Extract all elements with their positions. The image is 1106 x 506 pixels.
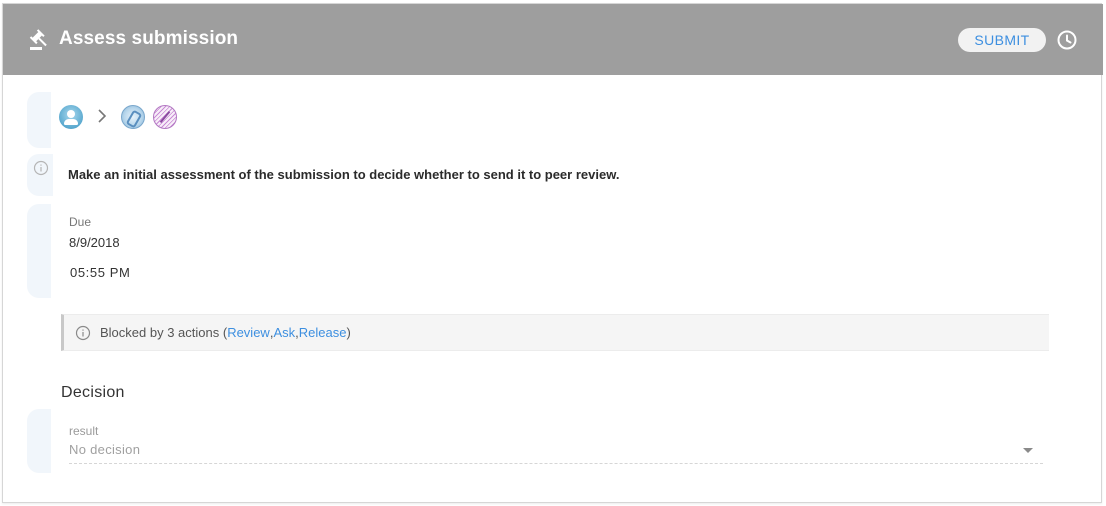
blocked-notice: Blocked by 3 actions (Review, Ask, Relea…: [61, 314, 1049, 351]
assess-submission-panel: Assess submission SUBMIT Make an initial…: [2, 3, 1103, 503]
editor-avatar-icon[interactable]: [121, 105, 145, 129]
result-value: No decision: [69, 442, 141, 457]
section-rail: [27, 409, 51, 473]
participants-flow: [59, 105, 177, 129]
release-link[interactable]: Release: [299, 325, 347, 340]
due-time: 05:55 PM: [70, 265, 131, 280]
page-title: Assess submission: [59, 28, 239, 49]
due-date: 8/9/2018: [69, 235, 120, 250]
section-rail: [27, 204, 51, 298]
blocked-text: Blocked by 3 actions (: [100, 325, 228, 340]
instruction-text: Make an initial assessment of the submis…: [68, 167, 620, 182]
due-label: Due: [69, 215, 92, 229]
review-link[interactable]: Review: [227, 325, 270, 340]
panel-header: Assess submission SUBMIT: [3, 4, 1103, 75]
ask-link[interactable]: Ask: [273, 325, 295, 340]
result-select[interactable]: No decision: [69, 440, 1043, 464]
info-icon: [33, 160, 49, 176]
gavel-icon: [29, 29, 47, 50]
reviewer-avatar-icon[interactable]: [153, 105, 177, 129]
user-avatar-icon[interactable]: [59, 105, 83, 129]
decision-heading: Decision: [61, 384, 125, 401]
info-icon: [75, 325, 91, 340]
clock-history-icon[interactable]: [1056, 29, 1078, 51]
submit-button[interactable]: SUBMIT: [958, 28, 1046, 52]
blocked-suffix: ): [346, 325, 351, 340]
chevron-right-icon: [97, 107, 111, 128]
dropdown-caret-icon: [1023, 448, 1033, 453]
section-rail: [27, 92, 51, 148]
result-label: result: [69, 424, 99, 438]
